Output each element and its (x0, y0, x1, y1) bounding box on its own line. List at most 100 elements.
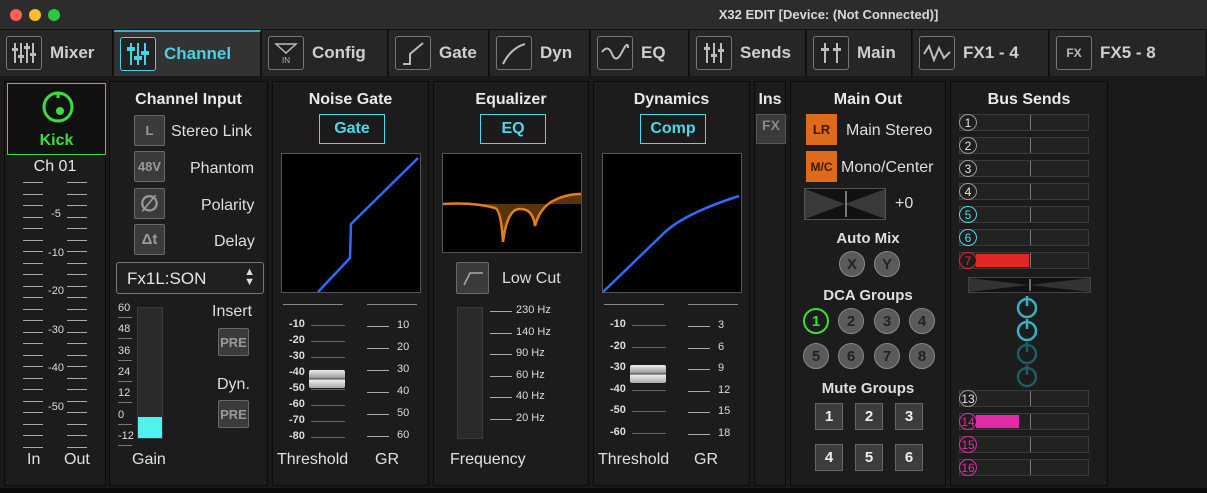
threshold-fader-knob (309, 370, 345, 388)
gate-toggle-button[interactable]: Gate (319, 114, 385, 144)
stereo-link-button[interactable]: L (134, 115, 165, 146)
db-scale-label: -20 (610, 339, 626, 352)
pan-control[interactable] (804, 188, 886, 220)
bus-send-row[interactable]: 3 (959, 160, 1089, 177)
fx-wave-icon (919, 36, 955, 70)
bus-send-row[interactable]: 6 (959, 229, 1089, 246)
tab-config[interactable]: IN Config (262, 30, 388, 76)
db-scale-label: -40 (289, 366, 305, 378)
meter-tick (23, 331, 43, 333)
low-cut-frequency-fader[interactable] (457, 307, 483, 439)
dca-group-3-button[interactable]: 3 (874, 308, 900, 334)
automix-x-button[interactable]: X (839, 251, 865, 277)
db-tick (632, 432, 666, 434)
pan-value: +0 (895, 195, 914, 212)
bus-send-row[interactable]: 4 (959, 183, 1089, 200)
tab-fx5-8[interactable]: FX FX5 - 8 (1050, 30, 1207, 76)
automix-y-button[interactable]: Y (874, 251, 900, 277)
gain-scale-label: 24 (118, 365, 131, 378)
comp-toggle-button[interactable]: Comp (640, 114, 706, 144)
meter-tick (23, 343, 43, 344)
tab-mixer[interactable]: Mixer (0, 30, 113, 76)
main-stereo-label: Main Stereo (846, 122, 933, 139)
phantom-button[interactable]: 48V (134, 151, 165, 182)
meter-tick (23, 412, 43, 413)
tab-sends[interactable]: Sends (690, 30, 806, 76)
dca-group-8-button[interactable]: 8 (909, 343, 935, 369)
low-cut-button[interactable] (456, 262, 489, 294)
main-stereo-button[interactable]: LR (806, 114, 837, 145)
mono-center-button[interactable]: M/C (806, 151, 837, 182)
gr-tick (367, 414, 389, 415)
dca-group-7-button[interactable]: 7 (874, 343, 900, 369)
bus-send-row[interactable]: 15 (959, 436, 1089, 453)
db-scale-label: -60 (289, 398, 305, 410)
db-scale-label: -30 (610, 361, 626, 373)
eq-toggle-button[interactable]: EQ (480, 114, 546, 144)
mute-group-2-button[interactable]: 2 (855, 403, 883, 430)
dynamics-curve-icon (496, 36, 532, 70)
mute-group-3-button[interactable]: 3 (895, 403, 923, 430)
bus-send-row[interactable]: 5 (959, 206, 1089, 223)
bus-unity-mark (1030, 161, 1031, 176)
meter-tick (67, 216, 87, 218)
bus-send-row[interactable]: 16 (959, 459, 1089, 476)
bus-send-row[interactable]: 7 (959, 252, 1089, 269)
mute-group-1-button[interactable]: 1 (815, 403, 843, 430)
db-scale-label: -20 (289, 334, 305, 346)
tab-label: FX1 - 4 (963, 43, 1019, 62)
dca-group-5-button[interactable]: 5 (803, 343, 829, 369)
mute-group-5-button[interactable]: 5 (855, 444, 883, 471)
tab-main[interactable]: Main (807, 30, 912, 76)
dca-group-1-button[interactable]: 1 (803, 308, 829, 334)
db-scale-label: -70 (289, 414, 305, 426)
gr-scale-label: 50 (397, 407, 410, 419)
meter-tick (67, 400, 87, 402)
tab-gate[interactable]: Gate (389, 30, 489, 76)
meter-scale-label: -50 (48, 400, 64, 413)
meter-tick (23, 377, 43, 379)
mute-group-6-button[interactable]: 6 (895, 444, 923, 471)
insert-fx-button[interactable]: FX (756, 114, 786, 144)
mute-group-4-button[interactable]: 4 (815, 444, 843, 471)
insert-pre-button[interactable]: PRE (218, 328, 249, 356)
dyn-gr-scale: 3 6 9 12 15 18 (684, 304, 744, 444)
bus-number: 15 (959, 436, 977, 453)
polarity-icon[interactable]: ∅ (134, 188, 165, 219)
bus-send-row[interactable]: 1 (959, 114, 1089, 131)
gain-fader[interactable] (137, 307, 163, 439)
meter-tick (67, 239, 87, 241)
input-source-select[interactable]: Fx1L:SON ▲ ▼ (116, 262, 264, 294)
gr-tick (688, 433, 710, 435)
meter-scale: -5 -10 -20 -30 -40 -50 (5, 182, 105, 452)
dca-group-2-button[interactable]: 2 (838, 308, 864, 334)
bus-send-row[interactable]: 14 (959, 413, 1089, 430)
tab-channel[interactable]: Channel (114, 30, 261, 76)
gain-tick (118, 402, 132, 404)
tab-fx1-4[interactable]: FX1 - 4 (913, 30, 1049, 76)
gain-scale-label: 60 (118, 302, 131, 314)
bus-link-chain-icon (1016, 296, 1038, 388)
out-label: Out (64, 451, 90, 468)
dyn-pre-button[interactable]: PRE (218, 400, 249, 428)
gr-scale-label: 60 (397, 429, 410, 441)
bus-number: 7 (959, 252, 977, 269)
meter-tick (23, 274, 43, 275)
low-cut-label: Low Cut (502, 270, 561, 287)
meter-tick (67, 308, 87, 310)
meter-tick (23, 320, 43, 321)
freq-scale-label: 60 Hz (516, 368, 545, 381)
bus-send-row[interactable]: 13 (959, 390, 1089, 407)
dca-group-6-button[interactable]: 6 (838, 343, 864, 369)
tab-eq[interactable]: EQ (591, 30, 689, 76)
bus-send-row[interactable]: 2 (959, 137, 1089, 154)
dca-group-4-button[interactable]: 4 (909, 308, 935, 334)
db-scale-label: -10 (289, 318, 305, 330)
delay-icon[interactable]: Δt (134, 224, 165, 255)
tab-dyn[interactable]: Dyn (490, 30, 590, 76)
freq-tick (490, 354, 512, 355)
bus-pan-control[interactable] (968, 277, 1091, 293)
meter-tick (23, 262, 43, 264)
channel-name-box[interactable]: Kick (7, 83, 106, 155)
gr-tick (688, 390, 710, 392)
